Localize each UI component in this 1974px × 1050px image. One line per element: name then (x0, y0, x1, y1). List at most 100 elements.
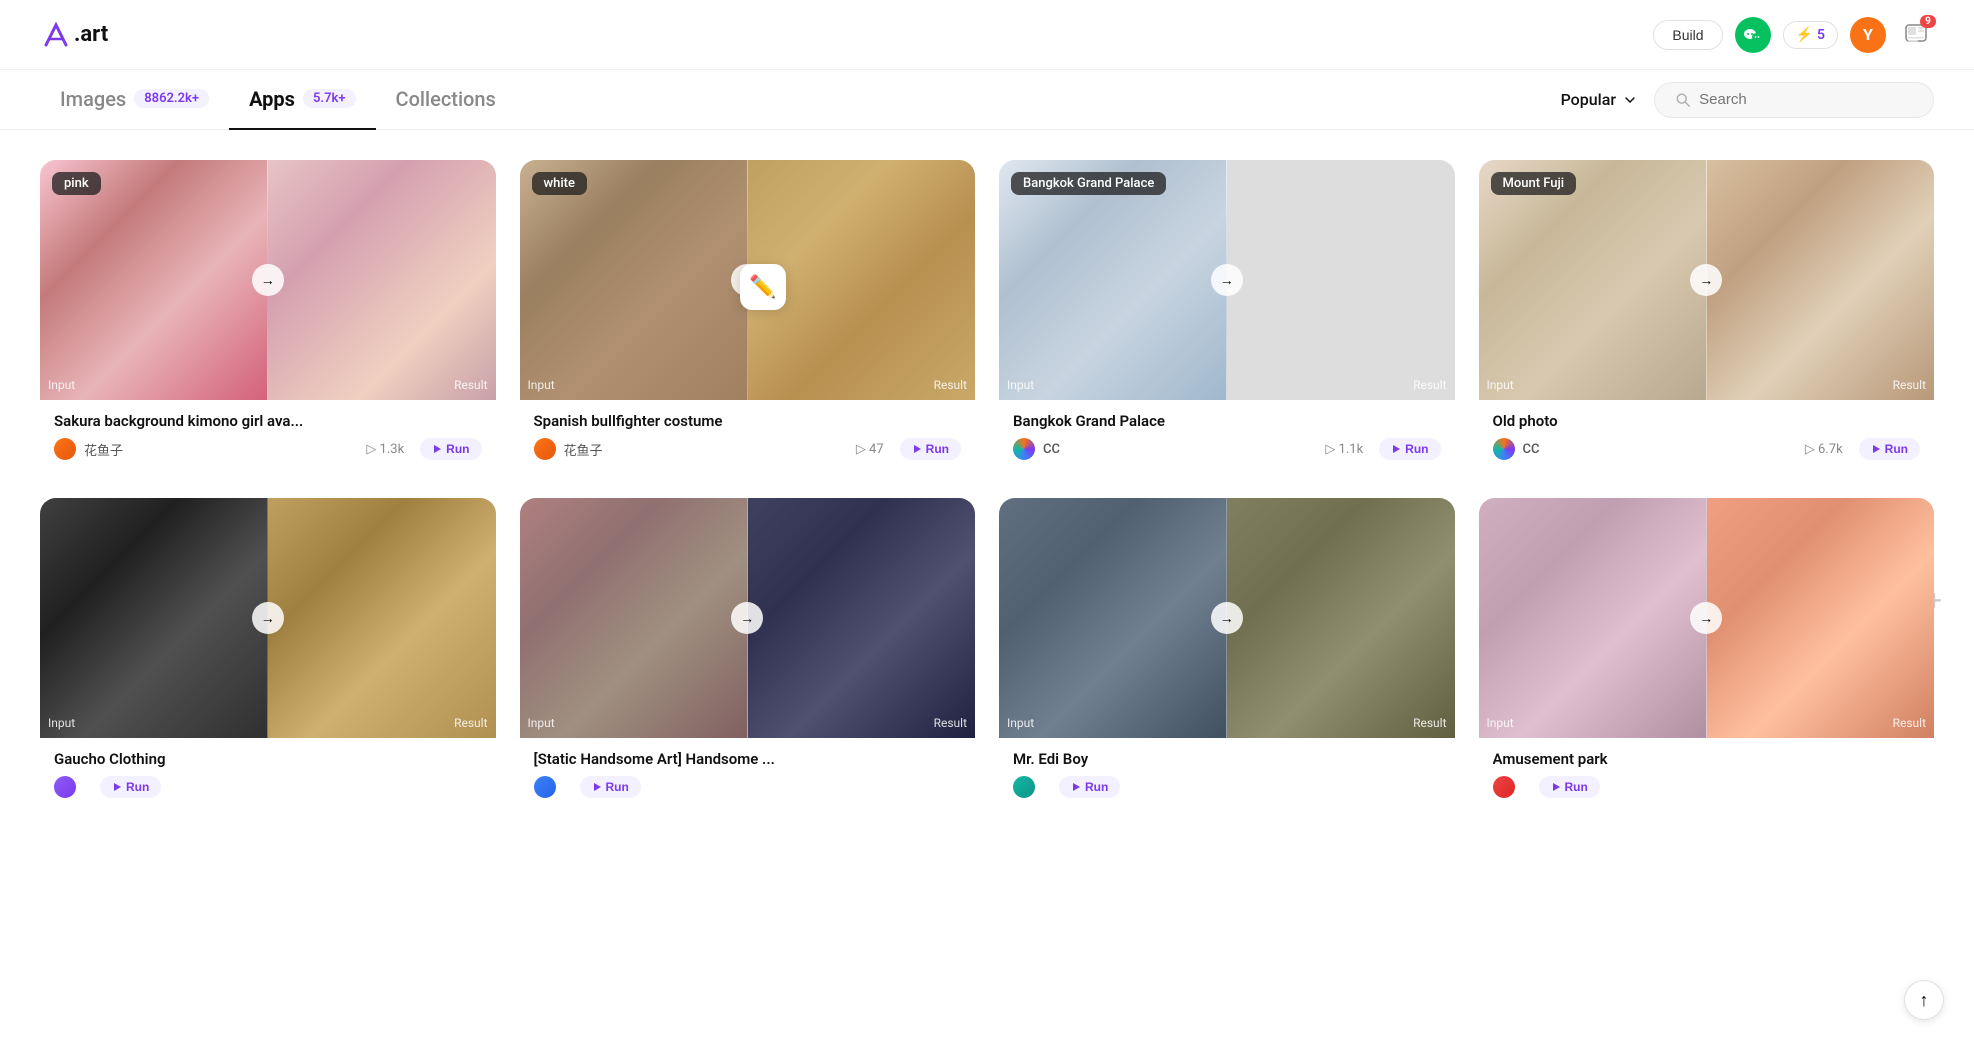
arrow-icon-sakura: → (252, 264, 284, 296)
app-card-gaucho[interactable]: Input → Result Gaucho Clothing Run (40, 498, 496, 812)
card-image-gaucho: Input → Result (40, 498, 496, 738)
input-label-gaucho: Input (48, 716, 75, 730)
card-img-result-amusement: Result (1707, 498, 1934, 738)
card-img-result-mredi: Result (1227, 498, 1454, 738)
view-count-bullfighter: ▷ 47 (856, 442, 884, 457)
lightning-count: 5 (1817, 27, 1825, 43)
result-label-bangkok: Result (1413, 378, 1446, 392)
run-icon-handsome (592, 782, 602, 792)
tab-collections[interactable]: Collections (376, 70, 516, 130)
card-title-amusement: Amusement park (1493, 750, 1921, 768)
card-image-sakura: pink Input → Result (40, 160, 496, 400)
app-card-oldphoto[interactable]: Mount Fuji Input → Result Old photo CC ▷… (1479, 160, 1935, 474)
author-avatar-gaucho (54, 776, 76, 798)
author-name-sakura: 花鱼子 (84, 440, 123, 459)
input-label-amusement: Input (1487, 716, 1514, 730)
sort-label: Popular (1561, 90, 1616, 109)
card-meta-sakura: 花鱼子 ▷ 1.3k Run (54, 438, 482, 460)
app-card-bullfighter[interactable]: white Input → Result Spanish bullfighter… (520, 160, 976, 474)
result-label-bullfighter: Result (934, 378, 967, 392)
pencil-floating-icon[interactable]: ✏️ (740, 264, 786, 310)
card-image-oldphoto: Mount Fuji Input → Result (1479, 160, 1935, 400)
run-button-bangkok[interactable]: Run (1379, 438, 1440, 460)
card-label-bullfighter: white (532, 172, 587, 195)
app-card-sakura[interactable]: pink Input → Result Sakura background ki… (40, 160, 496, 474)
arrow-icon-oldphoto: → (1690, 264, 1722, 296)
author-name-oldphoto: CC (1523, 442, 1540, 457)
card-info-oldphoto: Old photo CC ▷ 6.7k Run (1479, 400, 1935, 474)
view-count-sakura: ▷ 1.3k (366, 442, 404, 457)
run-button-oldphoto[interactable]: Run (1859, 438, 1920, 460)
input-label-oldphoto: Input (1487, 378, 1514, 392)
run-button-bullfighter[interactable]: Run (900, 438, 961, 460)
tab-apps-label: Apps (249, 87, 295, 111)
card-img-input-bangkok: Bangkok Grand Palace Input (999, 160, 1227, 400)
author-avatar-handsome (534, 776, 556, 798)
run-button-gaucho[interactable]: Run (100, 776, 161, 798)
card-title-handsome: [Static Handsome Art] Handsome ... (534, 750, 962, 768)
run-button-sakura[interactable]: Run (420, 438, 481, 460)
run-icon-gaucho (112, 782, 122, 792)
run-icon-mredi (1071, 782, 1081, 792)
scroll-top-button[interactable]: ↑ (1904, 980, 1944, 1020)
sort-dropdown[interactable]: Popular (1561, 90, 1638, 109)
card-img-result-sakura: Result (268, 160, 495, 400)
card-img-result-bangkok: Result (1227, 160, 1454, 400)
nav-right: Popular (1561, 82, 1934, 118)
input-label-bangkok: Input (1007, 378, 1034, 392)
card-image-mredi: Input → Result (999, 498, 1455, 738)
wechat-icon[interactable] (1735, 17, 1771, 53)
author-avatar-oldphoto (1493, 438, 1515, 460)
card-info-bullfighter: Spanish bullfighter costume 花鱼子 ▷ 47 Run (520, 400, 976, 474)
result-label-handsome: Result (934, 716, 967, 730)
tab-images[interactable]: Images 8862.2k+ (40, 70, 229, 130)
author-avatar-mredi (1013, 776, 1035, 798)
arrow-icon-mredi: → (1211, 602, 1243, 634)
card-img-input-mredi: Input (999, 498, 1227, 738)
card-label-sakura: pink (52, 172, 101, 195)
author-name-bangkok: CC (1043, 442, 1060, 457)
header-right: Build ⚡ 5 Y 9 (1653, 17, 1934, 53)
card-info-handsome: [Static Handsome Art] Handsome ... Run (520, 738, 976, 812)
user-avatar[interactable]: Y (1850, 17, 1886, 53)
run-button-handsome[interactable]: Run (580, 776, 641, 798)
result-label-sakura: Result (454, 378, 487, 392)
lightning-badge[interactable]: ⚡ 5 (1783, 21, 1838, 49)
app-card-amusement[interactable]: Input → Result Amusement park Run (1479, 498, 1935, 812)
card-meta-oldphoto: CC ▷ 6.7k Run (1493, 438, 1921, 460)
search-bar[interactable] (1654, 82, 1934, 118)
author-name-bullfighter: 花鱼子 (564, 440, 603, 459)
card-img-input-gaucho: Input (40, 498, 268, 738)
tab-apps[interactable]: Apps 5.7k+ (229, 70, 375, 130)
result-label-mredi: Result (1413, 716, 1446, 730)
card-title-gaucho: Gaucho Clothing (54, 750, 482, 768)
logo[interactable]: .art (40, 19, 108, 51)
run-icon-sakura (432, 444, 442, 454)
tab-apps-badge: 5.7k+ (303, 89, 356, 108)
arrow-icon-bangkok: → (1211, 264, 1243, 296)
run-button-amusement[interactable]: Run (1539, 776, 1600, 798)
card-meta-amusement: Run (1493, 776, 1921, 798)
card-img-result-handsome: Result (748, 498, 975, 738)
card-label-bangkok: Bangkok Grand Palace (1011, 172, 1166, 195)
card-info-gaucho: Gaucho Clothing Run (40, 738, 496, 812)
header: .art Build ⚡ 5 Y (0, 0, 1974, 70)
build-button[interactable]: Build (1653, 20, 1722, 50)
run-button-mredi[interactable]: Run (1059, 776, 1120, 798)
bolt-icon: ⚡ (1796, 27, 1813, 43)
result-label-oldphoto: Result (1893, 378, 1926, 392)
notification-icon[interactable]: 9 (1898, 17, 1934, 53)
search-input[interactable] (1699, 91, 1913, 108)
apps-grid: pink Input → Result Sakura background ki… (40, 160, 1934, 812)
card-title-sakura: Sakura background kimono girl ava... (54, 412, 482, 430)
card-meta-gaucho: Run (54, 776, 482, 798)
app-card-bangkok[interactable]: Bangkok Grand Palace Input → Result Bang… (999, 160, 1455, 474)
card-title-oldphoto: Old photo (1493, 412, 1921, 430)
app-card-handsome[interactable]: Input → Result [Static Handsome Art] Han… (520, 498, 976, 812)
card-title-bangkok: Bangkok Grand Palace (1013, 412, 1441, 430)
logo-text: .art (74, 22, 108, 47)
card-img-input-amusement: Input (1479, 498, 1707, 738)
result-label-amusement: Result (1893, 716, 1926, 730)
app-card-mredi[interactable]: Input → Result Mr. Edi Boy Run (999, 498, 1455, 812)
run-icon-bangkok (1391, 444, 1401, 454)
